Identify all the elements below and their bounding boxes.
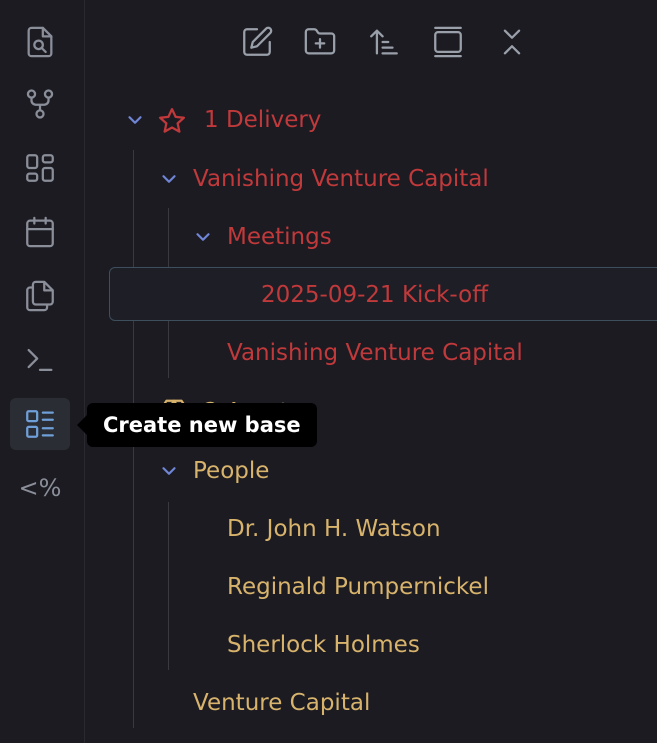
create-base-icon[interactable] [10, 398, 70, 450]
templater-icon-label: <% [18, 474, 62, 502]
left-ribbon: <% [0, 0, 85, 743]
calendar-icon[interactable] [10, 206, 70, 258]
file-reginald[interactable]: Reginald Pumpernickel [227, 567, 489, 607]
file-tree: 1 Delivery Vanishing Venture Capital Mee… [85, 0, 657, 743]
graph-view-icon[interactable] [10, 78, 70, 130]
file-label: Dr. John H. Watson [227, 516, 441, 542]
chevron-down-icon[interactable] [123, 100, 147, 140]
file-vanishing-venture-capital[interactable]: Vanishing Venture Capital [227, 333, 523, 373]
terminal-icon[interactable] [10, 334, 70, 386]
canvas-icon[interactable] [10, 142, 70, 194]
file-label: Reginald Pumpernickel [227, 574, 489, 600]
tooltip: Create new base [77, 403, 317, 447]
copy-icon[interactable] [10, 270, 70, 322]
file-label: Vanishing Venture Capital [227, 340, 523, 366]
file-label: Venture Capital [193, 690, 371, 716]
chevron-down-icon[interactable] [191, 217, 215, 257]
file-label: Sherlock Holmes [227, 632, 420, 658]
folder-label: Vanishing Venture Capital [193, 166, 489, 192]
templater-icon[interactable]: <% [10, 462, 70, 514]
search-file-icon[interactable] [10, 16, 70, 68]
file-venture-capital[interactable]: Venture Capital [193, 683, 370, 723]
chevron-down-icon[interactable] [157, 451, 181, 491]
file-sherlock[interactable]: Sherlock Holmes [227, 625, 420, 665]
folder-label: Meetings [227, 224, 332, 250]
indent-guide [168, 502, 169, 670]
file-label: 2025-09-21 Kick-off [261, 282, 489, 308]
file-kickoff[interactable]: 2025-09-21 Kick-off [261, 275, 488, 315]
folder-label: 1 Delivery [204, 107, 322, 133]
file-watson[interactable]: Dr. John H. Watson [227, 509, 441, 549]
star-icon [157, 106, 187, 136]
file-explorer: 1 Delivery Vanishing Venture Capital Mee… [85, 0, 657, 743]
folder-label: People [193, 458, 270, 484]
chevron-down-icon[interactable] [157, 159, 181, 199]
